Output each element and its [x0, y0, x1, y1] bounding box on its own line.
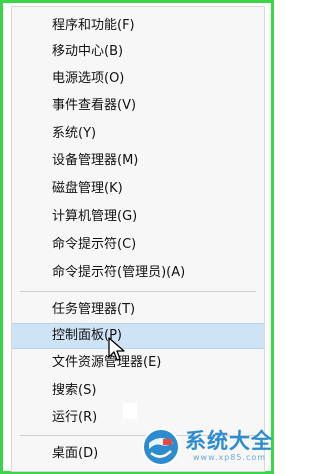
menu-item-command-prompt-admin[interactable]: 命令提示符(管理员)(A) [12, 260, 264, 286]
menu-item-mobility-center[interactable]: 移动中心(B) [12, 39, 264, 65]
menu-item-power-options[interactable]: 电源选项(O) [12, 66, 264, 92]
win-x-context-menu: 程序和功能(F) 移动中心(B) 电源选项(O) 事件查看器(V) 系统(Y) … [11, 6, 265, 472]
menu-item-control-panel[interactable]: 控制面板(P) [12, 323, 264, 349]
menu-item-computer-management[interactable]: 计算机管理(G) [12, 204, 264, 230]
screenshot-frame: 程序和功能(F) 移动中心(B) 电源选项(O) 事件查看器(V) 系统(Y) … [0, 0, 274, 474]
globe-logo-icon [142, 428, 180, 466]
watermark-title: 系统大全 [185, 429, 273, 453]
menu-item-search[interactable]: 搜索(S) [12, 378, 264, 404]
menu-item-file-explorer[interactable]: 文件资源管理器(E) [12, 350, 264, 376]
menu-item-command-prompt[interactable]: 命令提示符(C) [12, 232, 264, 258]
obscured-region [123, 403, 137, 419]
menu-item-event-viewer[interactable]: 事件查看器(V) [12, 93, 264, 119]
menu-item-disk-management[interactable]: 磁盘管理(K) [12, 176, 264, 202]
watermark-url: www.xp85.com [193, 453, 267, 462]
mouse-cursor-icon [108, 337, 125, 361]
menu-separator [20, 291, 256, 292]
menu-item-programs-features[interactable]: 程序和功能(F) [12, 13, 264, 39]
menu-item-task-manager[interactable]: 任务管理器(T) [12, 297, 264, 323]
site-watermark: 系统大全 www.xp85.com [127, 421, 275, 473]
menu-item-device-manager[interactable]: 设备管理器(M) [12, 148, 264, 174]
menu-item-system[interactable]: 系统(Y) [12, 121, 264, 147]
